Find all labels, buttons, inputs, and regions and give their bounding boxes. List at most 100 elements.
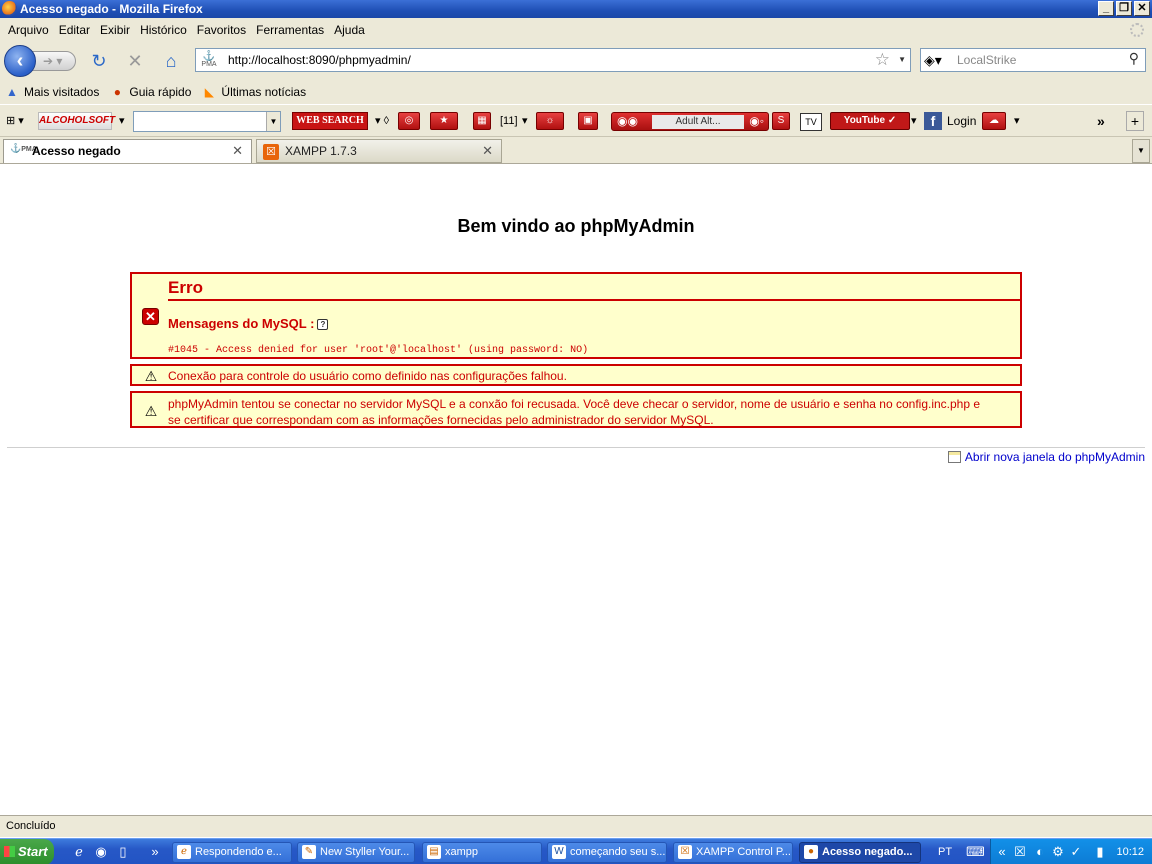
taskbar-item-xampp-control[interactable]: ☒ XAMPP Control P... <box>673 842 793 863</box>
search-engine-icon[interactable]: ◈▾ <box>924 51 942 69</box>
menu-ajuda[interactable]: Ajuda <box>330 23 369 37</box>
chevron-down-icon[interactable]: ▼ <box>266 112 280 131</box>
quicklaunch-overflow-icon[interactable]: » <box>146 843 164 861</box>
chrome-quicklaunch-icon[interactable]: ◉ <box>92 843 110 861</box>
games-icon[interactable]: ▦ <box>473 112 491 130</box>
weather-icon[interactable]: ☼ <box>536 112 564 130</box>
add-toolbar-icon[interactable]: + <box>1126 111 1144 131</box>
ie-quicklaunch-icon[interactable]: ℯ <box>70 843 88 861</box>
xampp-icon: ☒ <box>678 845 692 859</box>
alcoholsoft-logo[interactable]: ALCOHOLSOFT <box>38 112 115 130</box>
window-titlebar: Acesso negado - Mozilla Firefox _ ❐ ✕ <box>0 0 1152 18</box>
clock: 10:12 <box>1116 846 1144 858</box>
search-icon[interactable]: ⚲ <box>1129 50 1139 67</box>
play-icon[interactable]: ◉◉ <box>617 114 638 128</box>
language-indicator[interactable]: PT <box>938 839 952 864</box>
skype-icon[interactable]: S <box>772 112 790 130</box>
close-tab-icon[interactable]: ✕ <box>232 140 243 162</box>
menu-historico[interactable]: Histórico <box>136 23 191 37</box>
forward-button[interactable]: ➔ ▾ <box>30 51 76 71</box>
restore-button[interactable]: ❐ <box>1116 1 1132 16</box>
web-search-button[interactable]: WEB SEARCH <box>292 112 368 130</box>
tab-strip: ⚓PMA Acesso negado ✕ ☒ XAMPP 1.7.3 ✕ ▼ <box>0 136 1152 163</box>
search-box[interactable]: ◈▾ LocalStrike ⚲ <box>920 48 1146 72</box>
toolbar-options-icon[interactable]: ⊞ ▾ <box>6 111 24 131</box>
counter-dropdown-icon[interactable]: ▾ <box>522 111 528 131</box>
bookmark-star-icon[interactable]: ☆ <box>875 50 890 70</box>
toolbar-search-combo[interactable]: ▼ <box>133 111 281 132</box>
taskbar-item-acesso-negado[interactable]: ● Acesso negado... <box>799 842 921 863</box>
shield-icon[interactable]: ◎ <box>398 112 420 130</box>
taskbar-item-respondendo[interactable]: ℯ Respondendo e... <box>172 842 292 863</box>
warning-icon: ⚠ <box>144 403 158 419</box>
star-bag-icon[interactable]: ★ <box>430 112 458 130</box>
battery-tray-icon[interactable]: ▮ <box>1091 843 1109 861</box>
tab-xampp[interactable]: ☒ XAMPP 1.7.3 ✕ <box>256 139 502 163</box>
folder-quicklaunch-icon[interactable]: ▯ <box>114 843 132 861</box>
most-visited-icon: ▲ <box>6 85 18 99</box>
close-tab-icon[interactable]: ✕ <box>482 140 493 162</box>
url-bar[interactable]: ⚓ PMA http://localhost:8090/phpmyadmin/ ☆… <box>195 48 911 72</box>
navigation-toolbar: ➔ ▾ ‹ ↻ ✕ ⌂ ⚓ PMA http://localhost:8090/p… <box>0 42 1152 80</box>
toolbar-separator-icon: ▾ ◊ <box>375 115 390 127</box>
notification-counter[interactable]: [11] <box>500 111 518 131</box>
tab-acesso-negado[interactable]: ⚓PMA Acesso negado ✕ <box>3 139 252 163</box>
minimize-button[interactable]: _ <box>1098 1 1114 16</box>
menu-favoritos[interactable]: Favoritos <box>193 23 250 37</box>
volume-icon[interactable]: ◉◦ <box>749 114 764 128</box>
security-tray-icon[interactable]: ✓ <box>1067 843 1085 861</box>
close-window-button[interactable]: ✕ <box>1134 1 1150 16</box>
xampp-tray-icon[interactable]: ☒ <box>1011 843 1029 861</box>
mysql-messages-heading: Mensagens do MySQL :? <box>168 316 329 331</box>
warning-text: phpMyAdmin tentou se conectar no servido… <box>168 397 981 427</box>
reload-icon[interactable]: ↻ <box>88 50 110 72</box>
tray-expand-icon[interactable]: « <box>993 843 1011 861</box>
new-window-link[interactable]: Abrir nova janela do phpMyAdmin <box>947 449 1145 465</box>
taskbar-item-xampp[interactable]: ▤ xampp <box>422 842 542 863</box>
error-icon: ✕ <box>142 308 159 325</box>
url-text[interactable]: http://localhost:8090/phpmyadmin/ <box>228 49 411 71</box>
stop-icon[interactable]: ✕ <box>124 50 146 72</box>
radio-icon[interactable]: ▣ <box>578 112 598 130</box>
menu-editar[interactable]: Editar <box>55 23 94 37</box>
start-button[interactable]: Start <box>0 839 54 864</box>
facebook-icon[interactable]: f <box>924 112 942 130</box>
youtube-dropdown-icon[interactable]: ▾ <box>911 111 917 131</box>
warning-icon: ⚠ <box>144 368 158 384</box>
bookmark-quick-guide[interactable]: ● Guia rápido <box>109 84 192 100</box>
player-station-label[interactable]: Adult Alt... <box>652 115 744 129</box>
folder-icon: ▤ <box>427 845 441 859</box>
url-dropdown-icon[interactable]: ▼ <box>898 49 906 71</box>
chat-icon[interactable]: ☁ <box>982 112 1006 130</box>
keyboard-icon[interactable]: ⌨ <box>966 843 985 861</box>
home-icon[interactable]: ⌂ <box>160 50 182 72</box>
taskbar-item-new-styller[interactable]: ✎ New Styller Your... <box>297 842 415 863</box>
help-icon[interactable]: ? <box>317 319 329 331</box>
menu-exibir[interactable]: Exibir <box>96 23 134 37</box>
login-link[interactable]: Login <box>947 111 976 131</box>
alcohol-dropdown-icon[interactable]: ▾ <box>119 111 125 131</box>
error-box: ✕ Erro Mensagens do MySQL :? #1045 - Acc… <box>130 272 1022 359</box>
notepad-icon: ✎ <box>302 845 316 859</box>
error-title: Erro <box>168 278 1020 301</box>
list-all-tabs-button[interactable]: ▼ <box>1132 139 1150 163</box>
page-title: Bem vindo ao phpMyAdmin <box>457 216 695 236</box>
back-button[interactable]: ‹ <box>4 45 36 77</box>
media-player[interactable]: ◉◉ Adult Alt... ◉◦ <box>611 112 769 131</box>
chat-dropdown-icon[interactable]: ▾ <box>1014 111 1020 131</box>
bookmark-latest-news[interactable]: ◣ Últimas notícias <box>201 84 306 100</box>
taskbar-item-word-document[interactable]: Wcomeçando seu s... <box>547 842 667 863</box>
status-bar: Concluído <box>0 815 1152 837</box>
firefox-bookmark-icon: ● <box>113 85 121 99</box>
tv-icon[interactable]: TV <box>800 113 822 131</box>
warning-box-connection-refused: ⚠ phpMyAdmin tentou se conectar no servi… <box>130 391 1022 428</box>
menu-ferramentas[interactable]: Ferramentas <box>252 23 328 37</box>
sync-tray-icon[interactable]: ◐ <box>1031 843 1049 861</box>
youtube-button[interactable]: YouTube ✓ <box>830 112 910 130</box>
network-tray-icon[interactable]: ⚙ <box>1049 843 1067 861</box>
bookmark-most-visited[interactable]: ▲ Mais visitados <box>4 84 99 100</box>
menu-arquivo[interactable]: Arquivo <box>4 23 53 37</box>
addon-toolbar: ⊞ ▾ ALCOHOLSOFT ▾ ▼ WEB SEARCH ▾ ◊ ◎ ★ ▦… <box>0 104 1152 136</box>
toolbar-overflow-button[interactable]: » <box>1097 111 1105 131</box>
search-input[interactable]: LocalStrike <box>957 49 1016 71</box>
